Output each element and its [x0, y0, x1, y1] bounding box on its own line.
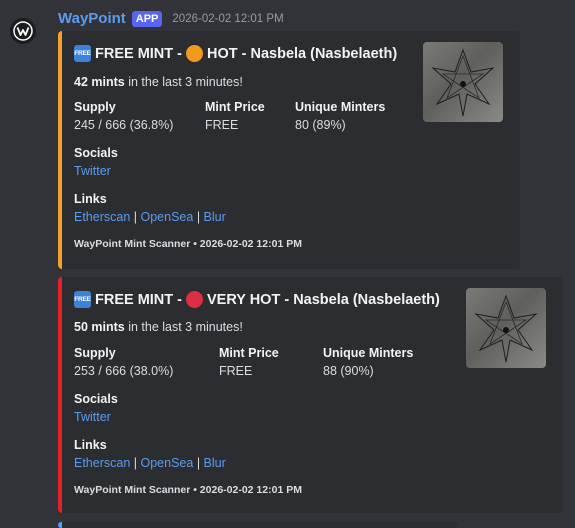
field-name: Links [74, 438, 107, 452]
mint-price-field: Mint Price FREE [205, 100, 265, 132]
etherscan-link[interactable]: Etherscan [74, 456, 130, 470]
socials-field: Socials Twitter [74, 392, 118, 424]
free-badge-icon: FREE [74, 291, 91, 308]
title-heat: HOT - Nasbela (Nasbelaeth) [207, 45, 398, 62]
link-separator: | [133, 456, 138, 470]
mints-period: in the last 3 minutes! [124, 75, 243, 89]
red-circle-icon [186, 291, 203, 308]
title-prefix: FREE MINT - [95, 291, 182, 308]
supply-field: Supply 253 / 666 (38.0%) [74, 346, 173, 378]
link-separator: | [133, 210, 138, 224]
embed-description: 42 mints in the last 3 minutes! [74, 75, 243, 89]
links-field: Links Etherscan | OpenSea | Blur [74, 438, 226, 470]
waypoint-logo-icon [13, 21, 33, 41]
star-artwork-icon [431, 48, 495, 117]
next-embed-edge [58, 522, 458, 528]
field-name: Links [74, 192, 107, 206]
twitter-link[interactable]: Twitter [74, 410, 111, 424]
field-value: FREE [219, 364, 253, 378]
bot-avatar[interactable] [10, 18, 36, 44]
field-value: 88 (90%) [323, 364, 374, 378]
field-name: Supply [74, 346, 116, 360]
app-badge: APP [131, 10, 163, 27]
collection-thumbnail[interactable] [423, 42, 503, 122]
embed-title: FREE FREE MINT - VERY HOT - Nasbela (Nas… [74, 291, 440, 308]
free-badge-icon: FREE [74, 45, 91, 62]
field-name: Unique Minters [323, 346, 414, 360]
supply-field: Supply 245 / 666 (36.8%) [74, 100, 173, 132]
mint-price-field: Mint Price FREE [219, 346, 279, 378]
bot-username[interactable]: WayPoint [58, 10, 126, 27]
title-prefix: FREE MINT - [95, 45, 182, 62]
unique-minters-field: Unique Minters 88 (90%) [323, 346, 413, 378]
field-name: Socials [74, 146, 118, 160]
etherscan-link[interactable]: Etherscan [74, 210, 130, 224]
field-name: Unique Minters [295, 100, 386, 114]
orange-circle-icon [186, 45, 203, 62]
field-value: 80 (89%) [295, 118, 346, 132]
message-header: WayPoint APP 2026-02-02 12:01 PM [58, 10, 284, 27]
field-value: FREE [205, 118, 239, 132]
embed-title: FREE FREE MINT - HOT - Nasbela (Nasbelae… [74, 45, 397, 62]
link-separator: | [196, 210, 201, 224]
twitter-link[interactable]: Twitter [74, 164, 111, 178]
link-separator: | [196, 456, 201, 470]
mints-count: 50 mints [74, 320, 125, 334]
mint-embed-hot: FREE FREE MINT - HOT - Nasbela (Nasbelae… [58, 31, 520, 269]
field-name: Mint Price [219, 346, 279, 360]
embed-footer: WayPoint Mint Scanner • 2026-02-02 12:01… [74, 484, 302, 496]
opensea-link[interactable]: OpenSea [141, 210, 194, 224]
unique-minters-field: Unique Minters 80 (89%) [295, 100, 385, 132]
opensea-link[interactable]: OpenSea [141, 456, 194, 470]
star-artwork-icon [474, 294, 538, 363]
collection-thumbnail[interactable] [466, 288, 546, 368]
mints-period: in the last 3 minutes! [124, 320, 243, 334]
field-value: 253 / 666 (38.0%) [74, 364, 174, 378]
field-name: Supply [74, 100, 116, 114]
mints-count: 42 mints [74, 75, 125, 89]
socials-field: Socials Twitter [74, 146, 118, 178]
links-field: Links Etherscan | OpenSea | Blur [74, 192, 226, 224]
embed-description: 50 mints in the last 3 minutes! [74, 320, 243, 334]
field-value: 245 / 666 (36.8%) [74, 118, 174, 132]
blur-link[interactable]: Blur [204, 210, 226, 224]
mint-embed-very-hot: FREE FREE MINT - VERY HOT - Nasbela (Nas… [58, 277, 563, 513]
title-heat: VERY HOT - Nasbela (Nasbelaeth) [207, 291, 440, 308]
embed-footer: WayPoint Mint Scanner • 2026-02-02 12:01… [74, 238, 302, 250]
field-name: Socials [74, 392, 118, 406]
blur-link[interactable]: Blur [204, 456, 226, 470]
message-timestamp[interactable]: 2026-02-02 12:01 PM [172, 13, 283, 25]
field-name: Mint Price [205, 100, 265, 114]
